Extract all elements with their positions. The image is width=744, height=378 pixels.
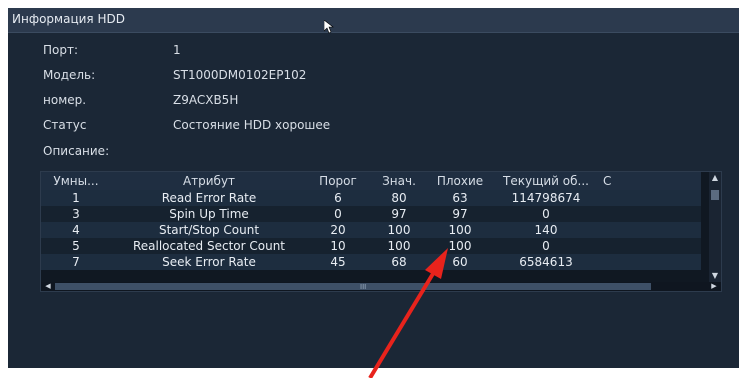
vertical-scrollbar[interactable]: ▲ ▼ — [709, 172, 721, 282]
cell-raw-value: 6584613 — [491, 254, 601, 270]
cell-threshold: 20 — [307, 222, 369, 238]
table-header-row: Умны... Атрибут Порог Знач. Плохие Текущ… — [41, 172, 701, 190]
cell-threshold: 45 — [307, 254, 369, 270]
cell-raw-value: 0 — [491, 238, 601, 254]
cell-extra — [601, 222, 701, 238]
cell-threshold: 10 — [307, 238, 369, 254]
cell-id: 7 — [41, 254, 111, 270]
hdd-info-window: Информация HDD Порт: 1 Модель: ST1000DM0… — [8, 8, 739, 368]
column-header-smart[interactable]: Умны... — [41, 172, 111, 190]
table-row[interactable]: 3 Spin Up Time 0 97 97 0 — [41, 206, 701, 222]
cell-raw-value: 0 — [491, 206, 601, 222]
cell-raw-value: 140 — [491, 222, 601, 238]
smart-table: Умны... Атрибут Порог Знач. Плохие Текущ… — [41, 172, 701, 270]
status-value: Состояние HDD хорошее — [173, 118, 331, 132]
cell-attribute: Seek Error Rate — [111, 254, 307, 270]
horizontal-scrollbar[interactable]: ◀ III ▶ — [41, 282, 721, 291]
cell-extra — [601, 190, 701, 206]
window-titlebar: Информация HDD — [8, 8, 739, 34]
cell-attribute: Read Error Rate — [111, 190, 307, 206]
cell-value: 80 — [369, 190, 429, 206]
cell-value: 100 — [369, 238, 429, 254]
mouse-cursor-icon — [324, 20, 334, 34]
serial-value: Z9ACXB5H — [173, 93, 239, 107]
column-header-value[interactable]: Знач. — [369, 172, 429, 190]
scroll-down-icon[interactable]: ▼ — [709, 270, 721, 282]
port-value: 1 — [173, 43, 181, 57]
cell-id: 4 — [41, 222, 111, 238]
column-header-extra[interactable]: C — [601, 172, 701, 190]
scroll-left-icon[interactable]: ◀ — [43, 282, 53, 291]
table-row[interactable]: 7 Seek Error Rate 45 68 60 6584613 — [41, 254, 701, 270]
cell-worst: 100 — [429, 238, 491, 254]
cell-threshold: 0 — [307, 206, 369, 222]
cell-extra — [601, 206, 701, 222]
table-row[interactable]: 4 Start/Stop Count 20 100 100 140 — [41, 222, 701, 238]
cell-raw-value: 114798674 — [491, 190, 601, 206]
table-row[interactable]: 1 Read Error Rate 6 80 63 114798674 — [41, 190, 701, 206]
cell-attribute: Start/Stop Count — [111, 222, 307, 238]
cell-worst: 63 — [429, 190, 491, 206]
cell-value: 97 — [369, 206, 429, 222]
cell-attribute: Reallocated Sector Count — [111, 238, 307, 254]
model-label: Модель: — [43, 68, 96, 82]
column-header-attribute[interactable]: Атрибут — [111, 172, 307, 190]
cell-id: 5 — [41, 238, 111, 254]
cell-value: 100 — [369, 222, 429, 238]
description-label: Описание: — [43, 144, 110, 158]
scroll-right-icon[interactable]: ▶ — [709, 282, 719, 291]
scroll-grip: III — [360, 283, 367, 291]
status-label: Статус — [43, 118, 87, 132]
cell-id: 1 — [41, 190, 111, 206]
column-header-worst[interactable]: Плохие — [429, 172, 491, 190]
smart-table-panel[interactable]: Умны... Атрибут Порог Знач. Плохие Текущ… — [40, 171, 722, 292]
model-value: ST1000DM0102EP102 — [173, 68, 307, 82]
scroll-up-icon[interactable]: ▲ — [709, 172, 721, 184]
cell-extra — [601, 238, 701, 254]
window-title: Информация HDD — [12, 12, 125, 26]
horizontal-scroll-thumb[interactable]: III — [55, 283, 651, 291]
cell-threshold: 6 — [307, 190, 369, 206]
cell-extra — [601, 254, 701, 270]
cell-value: 68 — [369, 254, 429, 270]
serial-label: номер. — [43, 93, 87, 107]
cell-attribute: Spin Up Time — [111, 206, 307, 222]
column-header-threshold[interactable]: Порог — [307, 172, 369, 190]
port-label: Порт: — [43, 43, 79, 57]
vertical-scroll-thumb[interactable] — [711, 190, 719, 200]
cell-worst: 60 — [429, 254, 491, 270]
cell-worst: 97 — [429, 206, 491, 222]
table-row[interactable]: 5 Reallocated Sector Count 10 100 100 0 — [41, 238, 701, 254]
cell-worst: 100 — [429, 222, 491, 238]
column-header-raw-value[interactable]: Текущий об... — [491, 172, 601, 190]
cell-id: 3 — [41, 206, 111, 222]
